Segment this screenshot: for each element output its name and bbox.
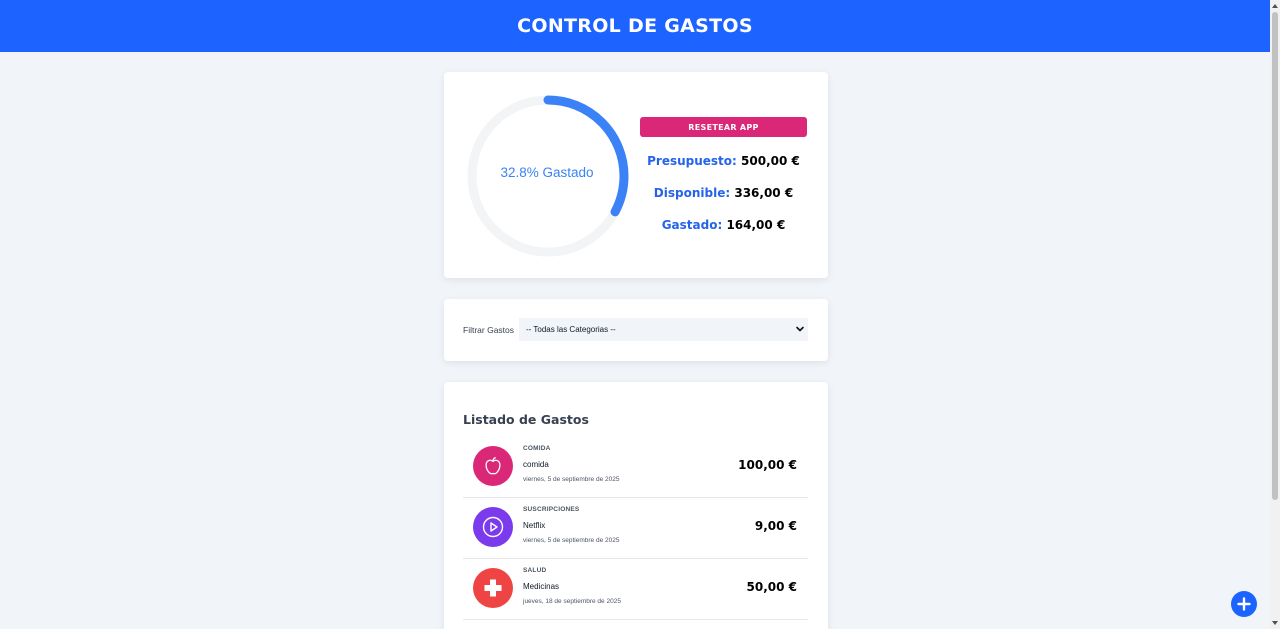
reset-app-button[interactable]: RESETEAR APP: [640, 117, 807, 137]
expense-date: viernes, 5 de septiembre de 2025: [523, 476, 620, 483]
scroll-down-icon[interactable]: [1271, 619, 1279, 627]
expense-item[interactable]: COMIDA comida viernes, 5 de septiembre d…: [463, 437, 808, 498]
scroll-thumb[interactable]: [1272, 12, 1278, 500]
filter-selected-value: -- Todas las Categorias --: [526, 325, 616, 334]
filter-card: Filtrar Gastos -- Todas las Categorias -…: [444, 299, 828, 361]
expense-date: viernes, 5 de septiembre de 2025: [523, 537, 620, 544]
app-header: CONTROL DE GASTOS: [0, 0, 1270, 52]
expense-name: comida: [523, 460, 549, 469]
expenses-card: Listado de Gastos COMIDA comida viernes,…: [444, 382, 828, 629]
page-scrollbar[interactable]: [1270, 0, 1280, 629]
health-cross-icon: [473, 568, 513, 608]
presupuesto-stat: Presupuesto: 500,00 €: [640, 154, 807, 168]
category-filter-select[interactable]: -- Todas las Categorias --: [519, 318, 808, 341]
disponible-stat: Disponible: 336,00 €: [640, 186, 807, 200]
expense-category: COMIDA: [523, 445, 551, 452]
expense-item[interactable]: SUSCRIPCIONES Netflix viernes, 5 de sept…: [463, 498, 808, 559]
disponible-value: 336,00 €: [734, 186, 794, 200]
budget-card: 32.8% Gastado RESETEAR APP Presupuesto: …: [444, 72, 828, 278]
scroll-up-icon[interactable]: [1271, 2, 1279, 10]
gastado-label: Gastado:: [661, 218, 723, 232]
add-expense-button[interactable]: [1231, 591, 1257, 617]
filter-label: Filtrar Gastos: [463, 325, 515, 335]
app-title: CONTROL DE GASTOS: [517, 15, 753, 37]
chevron-down-icon: [796, 326, 804, 332]
expense-item[interactable]: SALUD Medicinas jueves, 18 de septiembre…: [463, 559, 808, 620]
progress-label: 32.8% Gastado: [500, 165, 594, 180]
gastado-stat: Gastado: 164,00 €: [640, 218, 807, 232]
expense-category: SALUD: [523, 567, 547, 574]
expenses-title: Listado de Gastos: [463, 412, 589, 427]
expense-amount: 50,00 €: [746, 580, 797, 594]
disponible-label: Disponible:: [653, 186, 731, 200]
play-icon: [473, 507, 513, 547]
gastado-value: 164,00 €: [726, 218, 786, 232]
apple-icon: [473, 446, 513, 486]
presupuesto-value: 500,00 €: [741, 154, 800, 168]
presupuesto-label: Presupuesto:: [647, 154, 737, 168]
plus-icon: [1237, 597, 1251, 611]
expense-amount: 100,00 €: [738, 458, 797, 472]
expense-name: Medicinas: [523, 582, 560, 591]
expense-date: jueves, 18 de septiembre de 2025: [523, 598, 621, 605]
expense-category: SUSCRIPCIONES: [523, 506, 580, 513]
expense-name: Netflix: [523, 521, 546, 530]
expense-amount: 9,00 €: [754, 519, 797, 533]
